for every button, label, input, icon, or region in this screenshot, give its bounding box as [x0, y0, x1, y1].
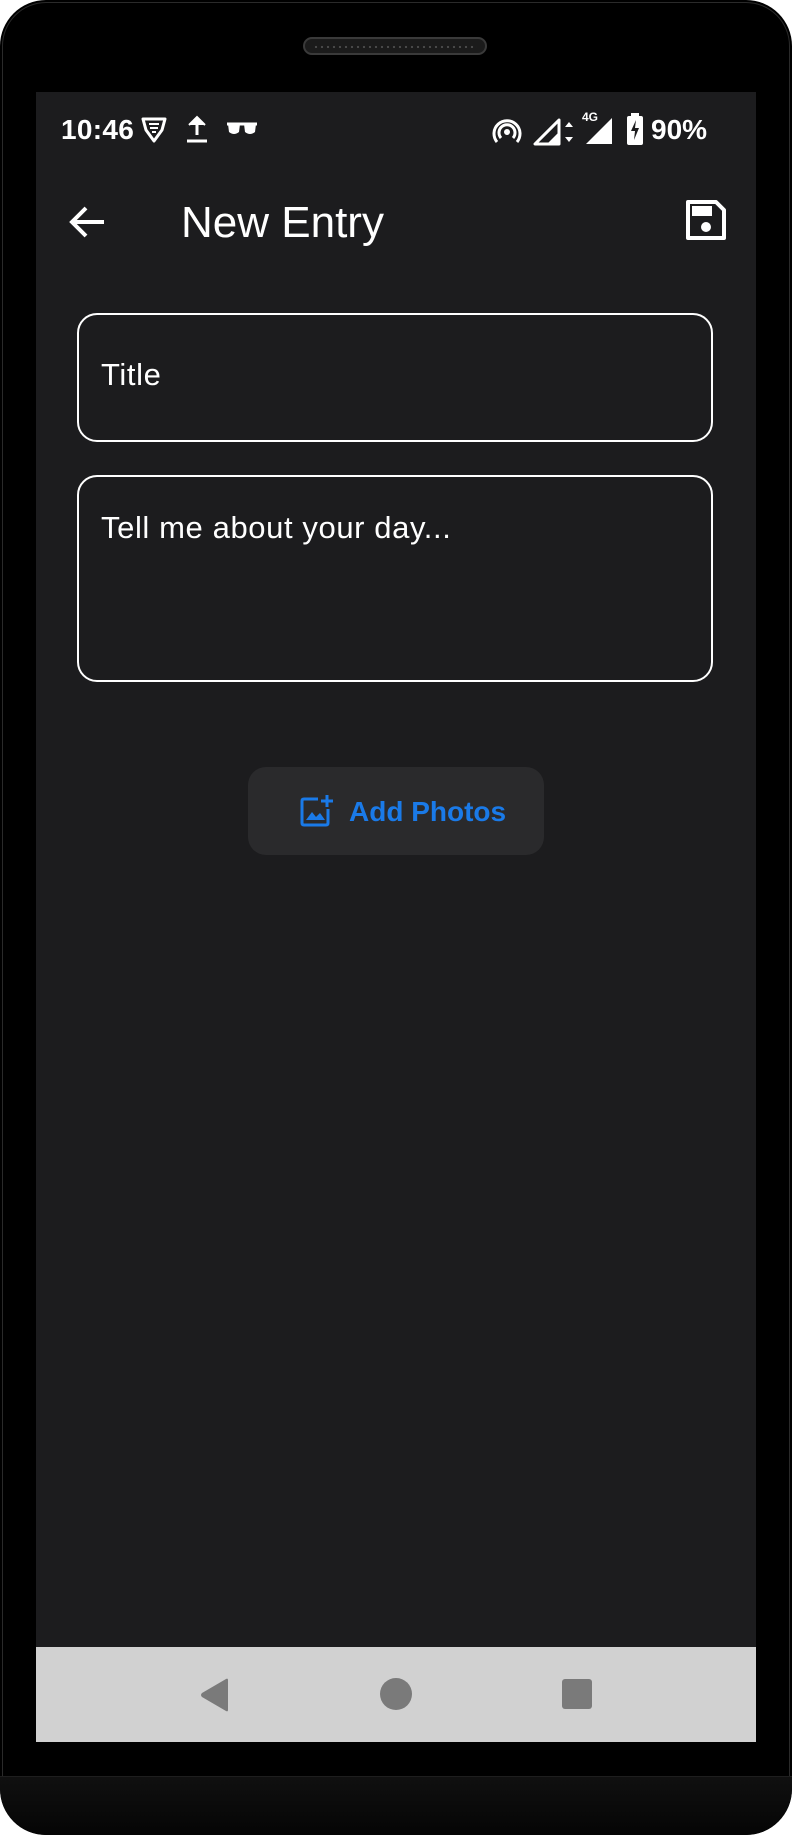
vpn-shield-icon	[140, 116, 168, 149]
app-screen: 10:46 4G 90% New Entry Title Tell me abo…	[36, 92, 756, 1742]
body-placeholder: Tell me about your day...	[101, 510, 452, 545]
title-placeholder: Title	[101, 357, 162, 392]
system-nav-bar	[36, 1647, 756, 1742]
nav-home-circle-icon	[380, 1678, 412, 1710]
sunglasses-icon	[226, 120, 258, 145]
status-time: 10:46	[61, 114, 135, 145]
battery-percent: 90%	[651, 114, 708, 145]
upload-icon	[184, 114, 210, 149]
arrow-left-icon	[69, 206, 104, 238]
add-photos-button[interactable]: Add Photos	[248, 767, 544, 855]
app-bar: New Entry	[36, 166, 756, 276]
nav-recents-square-icon	[562, 1679, 592, 1709]
entry-body-textarea[interactable]: Tell me about your day...	[77, 475, 713, 682]
floppy-disk-icon	[686, 200, 726, 240]
nav-recents-button[interactable]	[562, 1679, 592, 1714]
status-bar: 10:46 4G 90%	[36, 92, 756, 166]
signal-icon	[533, 116, 577, 151]
phone-frame: 10:46 4G 90% New Entry Title Tell me abo…	[0, 0, 792, 1835]
hotspot-icon	[492, 116, 522, 151]
cell-signal-full-icon	[584, 116, 614, 151]
phone-bottom-bezel	[0, 1776, 792, 1835]
earpiece-speaker	[303, 37, 487, 55]
battery-charging-icon	[626, 112, 644, 151]
back-button[interactable]	[64, 198, 112, 246]
title-input[interactable]: Title	[77, 313, 713, 442]
add-photo-icon	[298, 793, 334, 834]
add-photos-label: Add Photos	[349, 796, 507, 827]
save-button[interactable]	[682, 196, 730, 244]
nav-back-triangle-icon	[201, 1678, 228, 1712]
nav-home-button[interactable]	[379, 1677, 413, 1716]
nav-back-button[interactable]	[198, 1677, 232, 1718]
page-title: New Entry	[181, 198, 384, 247]
